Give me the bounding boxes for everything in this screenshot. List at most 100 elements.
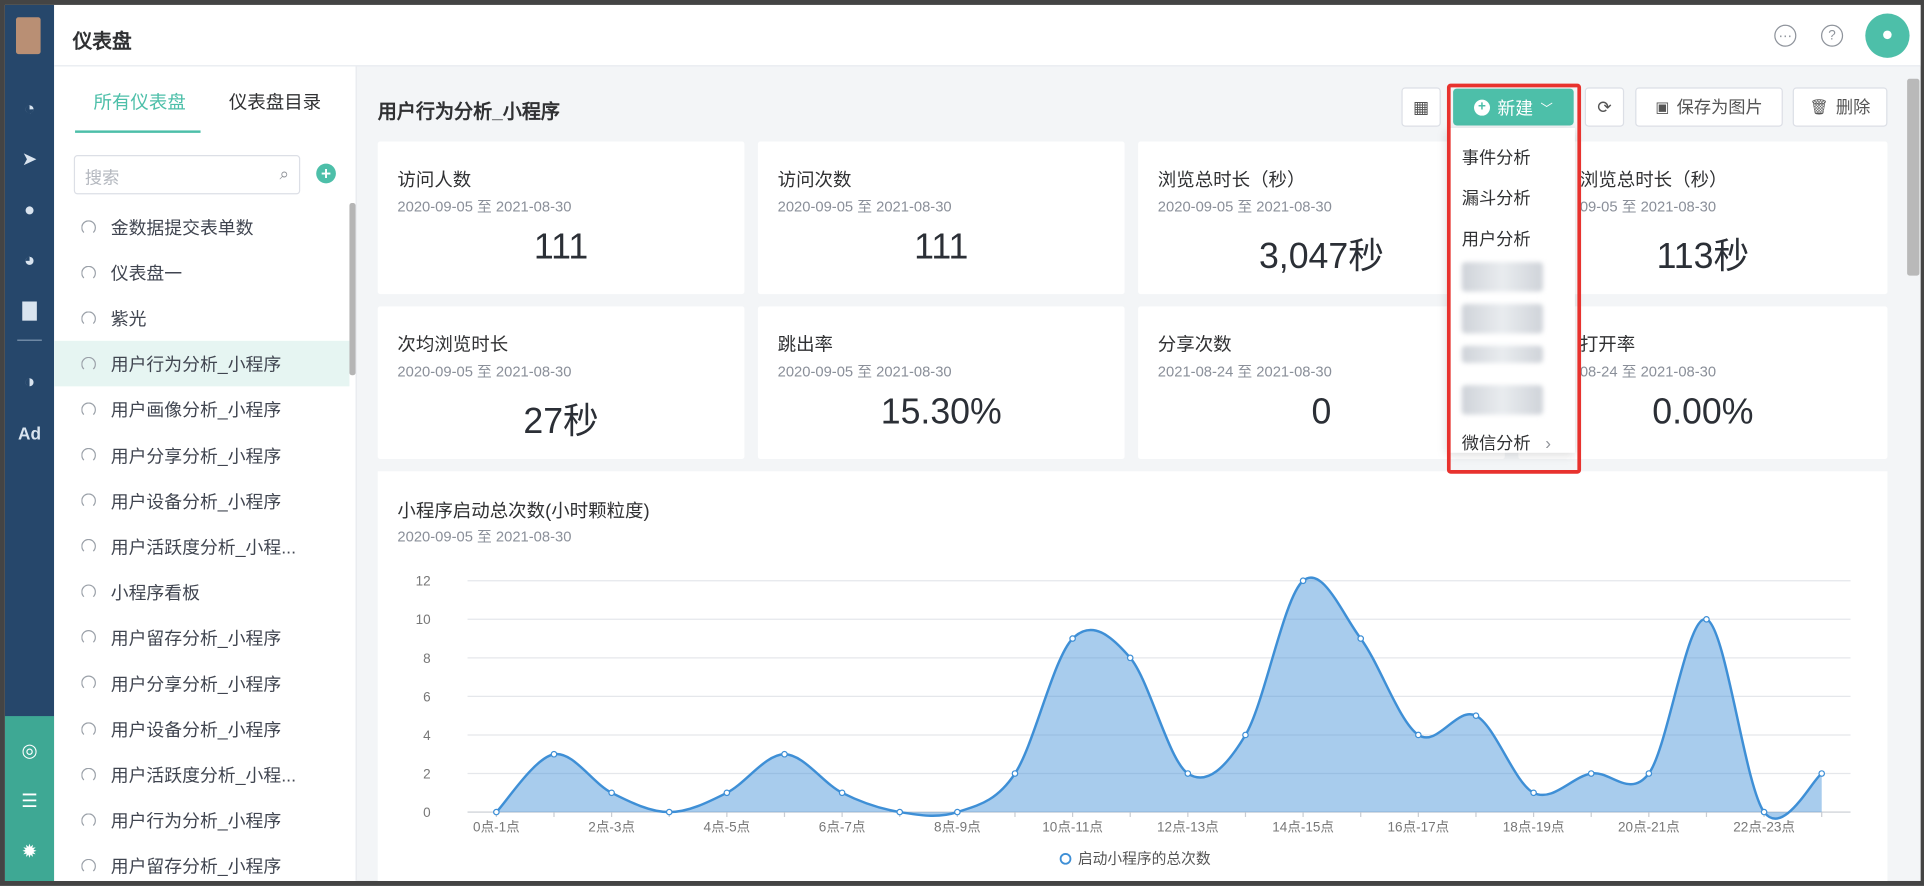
sidebar-item[interactable]: 用户行为分析_小程序: [54, 798, 349, 844]
sidebar-item-label: 仪表盘一: [110, 264, 183, 285]
sidebar-item[interactable]: 用户行为分析_小程序: [54, 341, 350, 387]
dashboard-icon[interactable]: ◔: [5, 91, 54, 125]
kpi-card[interactable]: 访问人数 2020-09-05 至 2021-08-30 111: [377, 141, 745, 295]
y-tick-label: 4: [423, 728, 431, 743]
date-picker-button[interactable]: ▦: [1401, 87, 1441, 127]
app-logo: [15, 17, 41, 55]
sidebar-item[interactable]: 用户分享分析_小程序: [54, 661, 349, 707]
rail-divider: [17, 339, 42, 341]
data-point[interactable]: [1242, 731, 1249, 739]
kpi-card[interactable]: 跳出率 2020-09-05 至 2021-08-30 15.30%: [757, 306, 1125, 459]
data-point[interactable]: [1184, 770, 1192, 777]
help-icon[interactable]: ?: [1820, 24, 1844, 47]
refresh-button[interactable]: ⟳: [1584, 87, 1625, 127]
data-point[interactable]: [1703, 615, 1710, 623]
dashboard-list: 金数据提交表单数 仪表盘一 紫光 用户行为分析_小程序 用户画像分析_小程序 用户分享分析…: [54, 204, 350, 881]
kpi-title: 浏览总时长（秒）: [1157, 169, 1306, 191]
dashboard-item-icon: [81, 767, 96, 783]
data-point[interactable]: [1530, 789, 1537, 797]
data-point[interactable]: [1587, 770, 1595, 777]
wechat-icon[interactable]: ◑: [5, 364, 54, 398]
save-image-button[interactable]: ▣ 保存为图片: [1635, 87, 1783, 127]
data-point[interactable]: [954, 808, 961, 816]
page-scrollbar[interactable]: [1907, 78, 1920, 276]
user-icon[interactable]: ●: [5, 192, 54, 226]
sidebar-item[interactable]: 用户活跃度分析_小程...: [54, 524, 349, 570]
data-point[interactable]: [1415, 731, 1422, 739]
dashboard-item-icon: [81, 402, 96, 418]
dashboard-item-icon: [81, 584, 96, 600]
x-tick-label: 0点-1点: [473, 820, 520, 835]
search-icon[interactable]: ⌕: [279, 164, 289, 185]
add-dashboard-button[interactable]: +: [316, 163, 336, 184]
kpi-date-range: 2020-09-05 至 2021-08-30: [397, 362, 572, 381]
delete-label: 删除: [1835, 97, 1871, 117]
sidebar-item[interactable]: 小程序看板: [54, 569, 349, 615]
data-point[interactable]: [1299, 577, 1307, 585]
connect-icon[interactable]: ◎: [5, 733, 54, 767]
data-point[interactable]: [1472, 712, 1480, 720]
settings-icon[interactable]: ✹: [5, 834, 54, 868]
kpi-title: 打开率: [1579, 334, 1636, 356]
data-point[interactable]: [550, 750, 558, 758]
dashboard-item-icon: [81, 858, 96, 874]
sidebar-item[interactable]: 用户留存分析_小程序: [54, 615, 349, 661]
delete-button[interactable]: 🗑 删除: [1792, 87, 1888, 127]
sidebar-item[interactable]: 紫光: [54, 296, 349, 342]
sidebar-item-label: 小程序看板: [110, 584, 200, 604]
x-tick-label: 8点-9点: [934, 820, 981, 835]
kpi-card[interactable]: 访问次数 2020-09-05 至 2021-08-30 111: [757, 141, 1125, 295]
kpi-title: 浏览总时长（秒）: [1579, 169, 1728, 191]
data-point[interactable]: [1126, 654, 1134, 662]
x-tick-label: 22点-23点: [1733, 820, 1795, 835]
send-icon[interactable]: ➤: [5, 141, 54, 175]
sidebar-item[interactable]: 用户设备分析_小程序: [54, 478, 349, 524]
sidebar-item-label: 用户分享分析_小程序: [110, 447, 282, 467]
page-title: 仪表盘: [72, 31, 132, 53]
sidebar-item-label: 用户行为分析_小程序: [110, 812, 282, 833]
avatar[interactable]: ●: [1865, 13, 1910, 58]
data-point[interactable]: [665, 808, 673, 816]
user-icon: ●: [1881, 24, 1894, 46]
sidebar-item[interactable]: 用户活跃度分析_小程...: [54, 752, 349, 798]
sidebar-item-label: 用户分享分析_小程序: [110, 675, 282, 696]
bar-chart-icon[interactable]: ▇: [5, 293, 54, 327]
sidebar-item[interactable]: 用户画像分析_小程序: [54, 387, 349, 433]
chat-icon[interactable]: ⋯: [1774, 24, 1797, 47]
sidebar-scrollbar[interactable]: [349, 203, 356, 376]
kpi-card[interactable]: 次均浏览时长 2020-09-05 至 2021-08-30 27秒: [377, 306, 745, 459]
sidebar-item[interactable]: 仪表盘一: [54, 250, 349, 296]
data-point[interactable]: [1818, 770, 1826, 777]
x-tick-label: 16点-17点: [1388, 820, 1450, 835]
data-point[interactable]: [1011, 770, 1019, 777]
data-point[interactable]: [838, 789, 846, 797]
x-tick-label: 20点-21点: [1618, 820, 1680, 835]
data-point[interactable]: [1760, 808, 1768, 816]
data-point[interactable]: [1357, 635, 1365, 642]
users-icon[interactable]: ◕: [5, 242, 54, 276]
dashboard-item-icon: [81, 219, 96, 235]
data-point[interactable]: [896, 808, 904, 816]
tab-dashboard-directory[interactable]: 仪表盘目录: [229, 89, 321, 115]
sidebar-item[interactable]: 用户留存分析_小程序: [54, 843, 349, 881]
data-point[interactable]: [1645, 770, 1653, 777]
legend-label[interactable]: 启动小程序的总次数: [1078, 851, 1211, 868]
kpi-value: 111: [914, 227, 969, 267]
sidebar-item[interactable]: 金数据提交表单数: [54, 204, 349, 250]
data-point[interactable]: [608, 789, 615, 797]
rail-bottom-group: ◎ ☰ ✹: [4, 716, 55, 881]
tab-all-dashboards[interactable]: 所有仪表盘: [94, 89, 186, 115]
ad-icon[interactable]: Ad: [5, 416, 54, 450]
search-input[interactable]: 搜索 ⌕: [73, 155, 301, 195]
server-icon[interactable]: ☰: [5, 784, 54, 818]
kpi-date-range: 2020-09-05 至 2021-08-30: [397, 198, 572, 216]
sidebar-item[interactable]: 用户设备分析_小程序: [54, 706, 349, 752]
legend-marker[interactable]: [1059, 852, 1072, 865]
data-point[interactable]: [1069, 635, 1076, 642]
sidebar-item[interactable]: 用户分享分析_小程序: [54, 432, 349, 478]
data-point[interactable]: [493, 808, 500, 816]
data-point[interactable]: [781, 750, 788, 758]
data-point[interactable]: [723, 789, 731, 797]
sidebar-item-label: 用户活跃度分析_小程...: [110, 766, 297, 787]
kpi-date-range: 2020-09-05 至 2021-08-30: [777, 362, 952, 381]
